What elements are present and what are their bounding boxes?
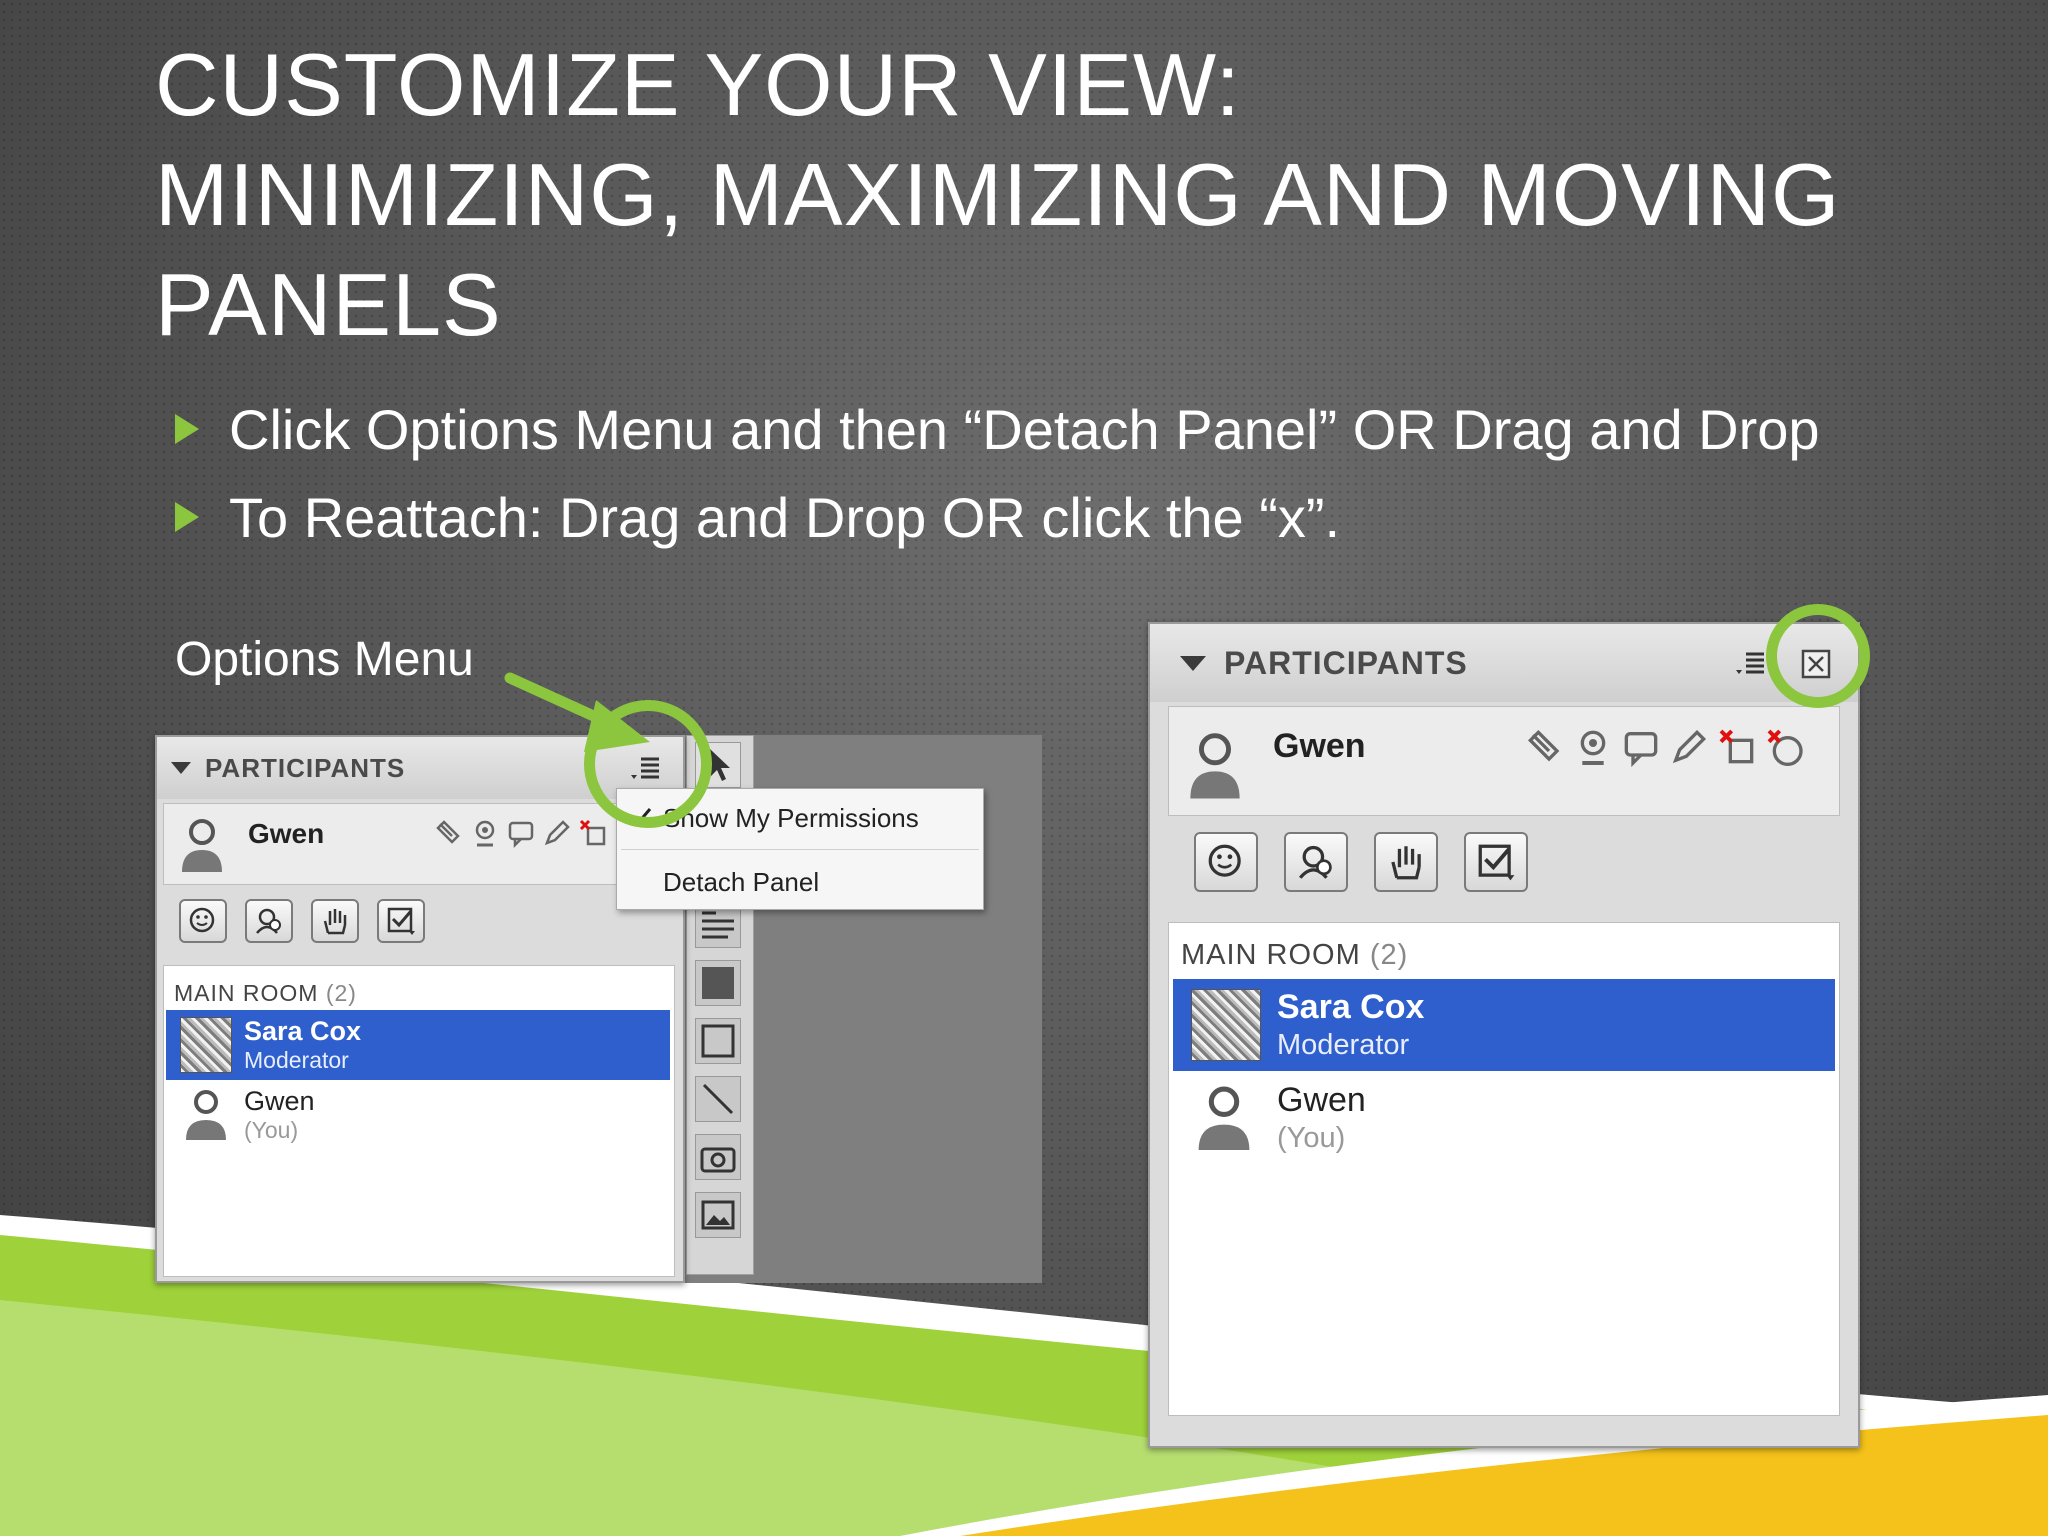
room-count: (2) (325, 980, 357, 1006)
participant-name: Sara Cox (244, 1016, 362, 1046)
chat-icon (1624, 732, 1658, 767)
image-tool-icon[interactable] (695, 1192, 741, 1238)
collapse-caret-icon[interactable] (171, 762, 191, 774)
poll-icon (1478, 844, 1515, 881)
permission-icons (1525, 727, 1805, 767)
avatar (1191, 989, 1261, 1061)
room-name: MAIN ROOM (1181, 939, 1361, 971)
bullet-arrow-icon (175, 502, 199, 532)
title-line: CUSTOMIZE YOUR VIEW: (155, 35, 1241, 134)
collapse-caret-icon[interactable] (1180, 655, 1206, 671)
slide-title: CUSTOMIZE YOUR VIEW: MINIMIZING, MAXIMIZ… (155, 30, 1955, 360)
list-item[interactable]: Gwen (You) (166, 1086, 670, 1150)
participant-list: MAIN ROOM (2) Sara Cox Moderator Gwen (Y… (163, 965, 675, 1277)
bullet-item: To Reattach: Drag and Drop OR click the … (175, 473, 1820, 561)
microphone-icon (1527, 729, 1560, 762)
panel-title: PARTICIPANTS (205, 752, 406, 783)
bullet-text: To Reattach: Drag and Drop OR click the … (229, 485, 1341, 549)
bullet-list: Click Options Menu and then “Detach Pane… (175, 385, 1820, 561)
raise-hand-icon (1391, 846, 1421, 880)
rectangle-filled-tool-icon[interactable] (695, 960, 741, 1006)
participant-role: Moderator (1277, 1029, 1410, 1061)
menu-item-label: Detach Panel (663, 867, 820, 897)
participants-panel-docked: PARTICIPANTS Gwen MAIN ROOM (2) Sara Cox… (155, 735, 685, 1283)
emoticon-button[interactable] (1194, 832, 1258, 892)
share-denied-icon (579, 819, 606, 846)
profile-button[interactable] (1284, 832, 1348, 892)
bullet-item: Click Options Menu and then “Detach Pane… (175, 385, 1820, 473)
rectangle-tool-icon[interactable] (695, 1018, 741, 1064)
share-denied-icon (1719, 729, 1754, 764)
close-button-highlight (1766, 604, 1870, 708)
title-line: MINIMIZING, MAXIMIZING AND MOVING (155, 145, 1841, 244)
title-line: PANELS (155, 255, 502, 354)
emoticon-icon (1208, 844, 1241, 877)
participant-role: (You) (244, 1117, 299, 1143)
list-item[interactable]: Gwen (You) (1173, 1081, 1835, 1165)
room-name: MAIN ROOM (174, 980, 319, 1006)
raise-hand-button[interactable] (311, 899, 359, 943)
room-label: MAIN ROOM (2) (174, 980, 357, 1007)
poll-button[interactable] (377, 899, 425, 943)
participant-name: Gwen (244, 1086, 315, 1116)
poll-icon (387, 907, 415, 935)
room-count: (2) (1369, 939, 1409, 971)
current-user-row: Gwen (163, 803, 675, 885)
list-item[interactable]: Sara Cox Moderator (1173, 979, 1835, 1071)
webcam-icon (1580, 730, 1606, 765)
webcam-icon (475, 820, 495, 847)
emoticon-icon (189, 907, 215, 933)
user-avatar-icon (1198, 1086, 1250, 1150)
user-avatar-icon (186, 1090, 226, 1140)
participant-list: MAIN ROOM (2) Sara Cox Moderator Gwen (Y… (1168, 922, 1840, 1416)
bullet-arrow-icon (175, 414, 199, 444)
raise-hand-button[interactable] (1374, 832, 1438, 892)
globe-denied-icon (1767, 729, 1803, 766)
participant-name: Gwen (1277, 1081, 1366, 1119)
menu-item-label: Show My Permissions (663, 803, 919, 833)
participant-info: Gwen (You) (244, 1086, 315, 1144)
participant-info: Sara Cox Moderator (244, 1016, 361, 1074)
microphone-icon (436, 820, 460, 844)
permission-icons (434, 818, 608, 848)
avatar (180, 1017, 232, 1073)
options-menu-callout: Options Menu (175, 633, 474, 686)
current-user-name: Gwen (248, 818, 325, 849)
participant-tools (179, 899, 425, 943)
pencil-icon (544, 820, 570, 846)
emoticon-button[interactable] (179, 899, 227, 943)
raise-hand-icon (323, 909, 347, 935)
participant-name: Sara Cox (1277, 988, 1425, 1026)
list-item[interactable]: Sara Cox Moderator (166, 1010, 670, 1080)
participant-tools (1194, 832, 1528, 892)
options-menu-icon[interactable] (1734, 646, 1768, 680)
participants-panel-detached: PARTICIPANTS Gwen MAIN ROOM (2) Sara Cox… (1148, 622, 1860, 1448)
panel-title: PARTICIPANTS (1224, 644, 1468, 681)
menu-divider (621, 849, 979, 850)
participant-role: (You) (1277, 1122, 1346, 1154)
camera-icon[interactable] (695, 1134, 741, 1180)
user-avatar-icon (1190, 733, 1240, 799)
bullet-text: Click Options Menu and then “Detach Pane… (229, 397, 1820, 461)
user-avatar-icon (182, 819, 222, 872)
profile-button[interactable] (245, 899, 293, 943)
profile-icon (256, 908, 281, 934)
pencil-icon (1672, 729, 1707, 764)
current-user-name: Gwen (1273, 727, 1366, 765)
chat-icon (508, 821, 534, 848)
menu-item-detach-panel[interactable]: Detach Panel (617, 867, 983, 898)
profile-icon (1298, 845, 1332, 879)
participant-info: Sara Cox Moderator (1277, 988, 1424, 1062)
options-menu-highlight (584, 700, 712, 828)
poll-button[interactable] (1464, 832, 1528, 892)
room-label: MAIN ROOM (2) (1181, 939, 1408, 972)
participant-info: Gwen (You) (1277, 1081, 1366, 1155)
line-tool-icon[interactable] (695, 1076, 741, 1122)
current-user-row: Gwen (1168, 706, 1840, 816)
participant-role: Moderator (244, 1047, 349, 1073)
